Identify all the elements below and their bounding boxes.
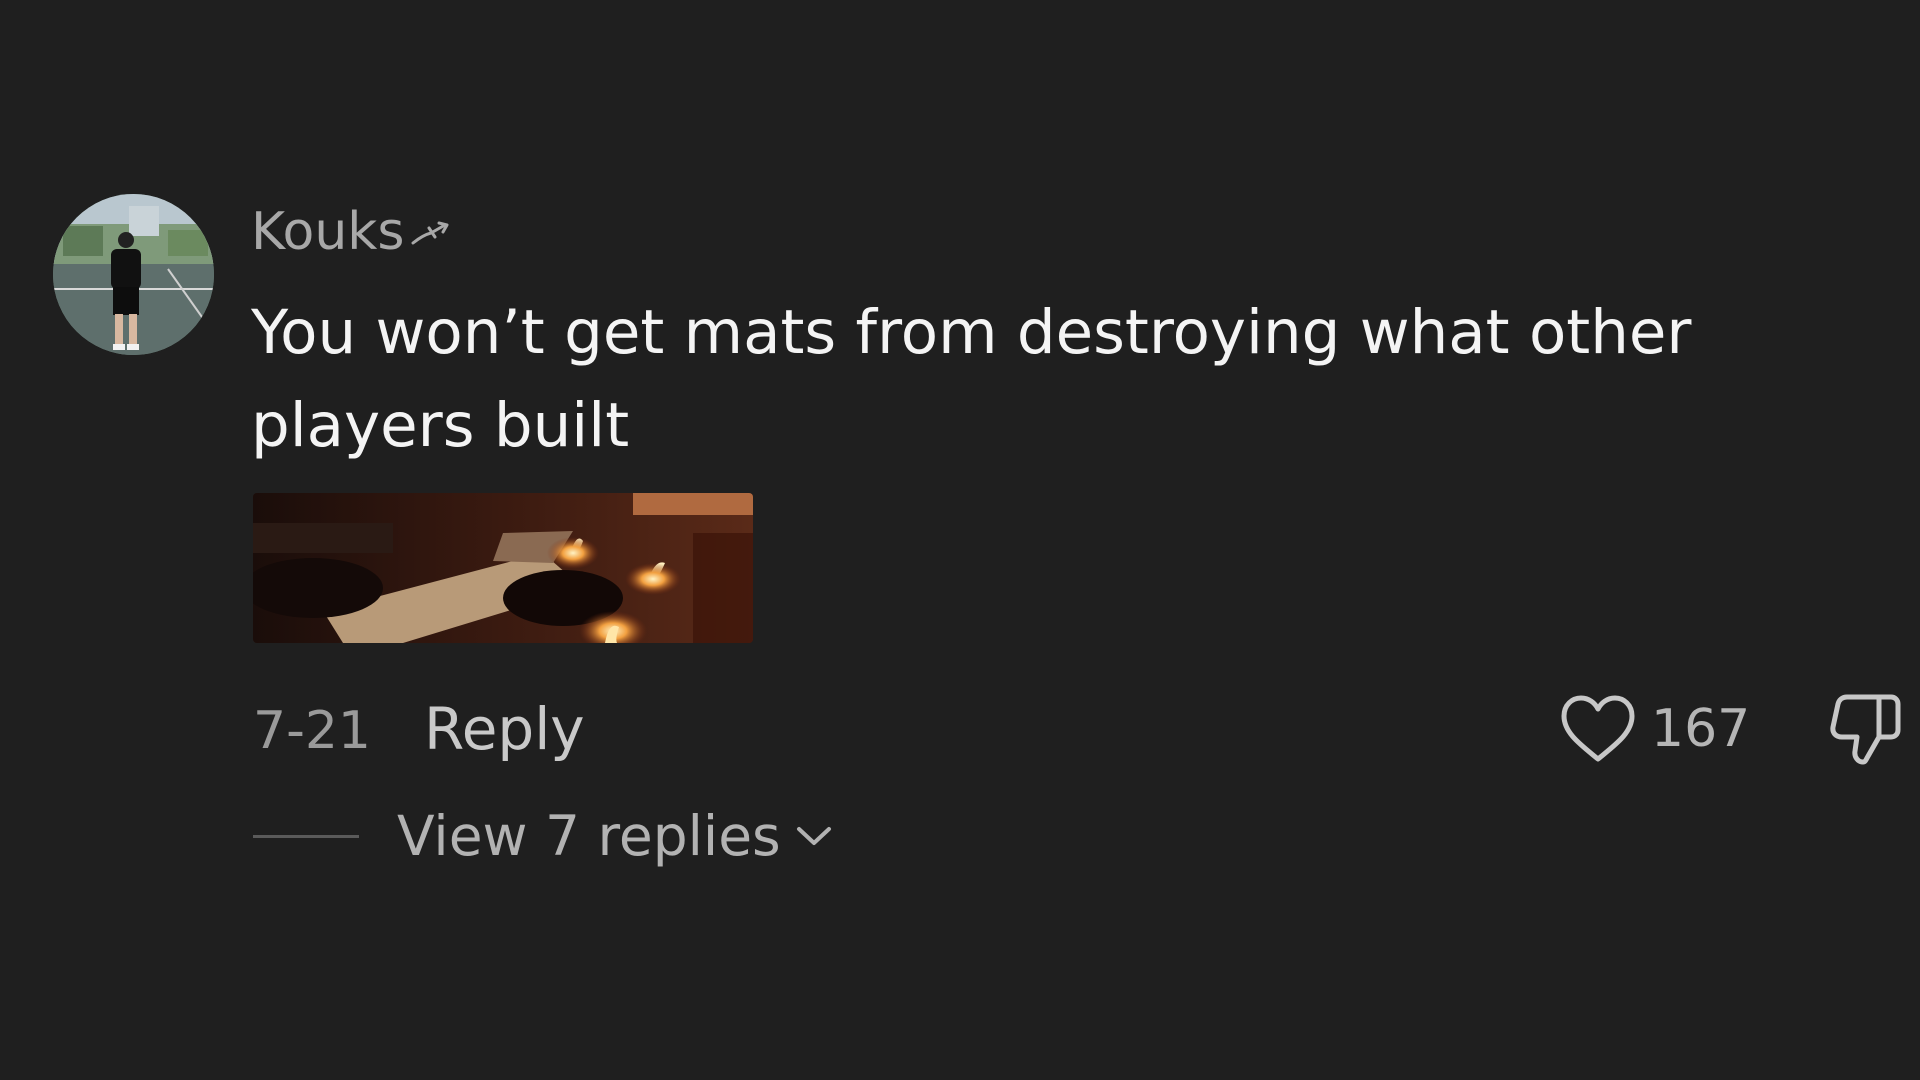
comment-screen: Kouks You won’t get mats from destroying… — [0, 0, 1920, 1080]
view-replies-button[interactable]: View 7 replies — [397, 804, 833, 868]
avatar-image — [53, 194, 214, 355]
thumbs-down-icon[interactable] — [1827, 689, 1907, 769]
replies-toggle-row: View 7 replies — [251, 796, 833, 876]
reply-button[interactable]: Reply — [424, 695, 585, 763]
comment-actions: 7-21 Reply 167 — [251, 689, 1901, 769]
view-replies-label[interactable]: View 7 replies — [397, 804, 781, 868]
avatar[interactable] — [53, 194, 214, 355]
comment-attachment-image[interactable] — [253, 493, 753, 643]
comment-text: You won’t get mats from destroying what … — [251, 297, 1692, 461]
chevron-down-icon[interactable] — [795, 824, 833, 848]
replies-divider — [253, 834, 359, 838]
username[interactable]: Kouks — [251, 202, 451, 262]
attachment-image — [253, 493, 753, 643]
dislike-button[interactable] — [1827, 689, 1907, 769]
arrow-decoration-icon — [411, 221, 448, 245]
heart-icon[interactable] — [1559, 693, 1637, 765]
comment-date: 7-21 — [253, 701, 372, 761]
like-count: 167 — [1651, 699, 1751, 759]
username-text[interactable]: Kouks — [251, 202, 405, 262]
like-button[interactable]: 167 — [1559, 689, 1750, 769]
